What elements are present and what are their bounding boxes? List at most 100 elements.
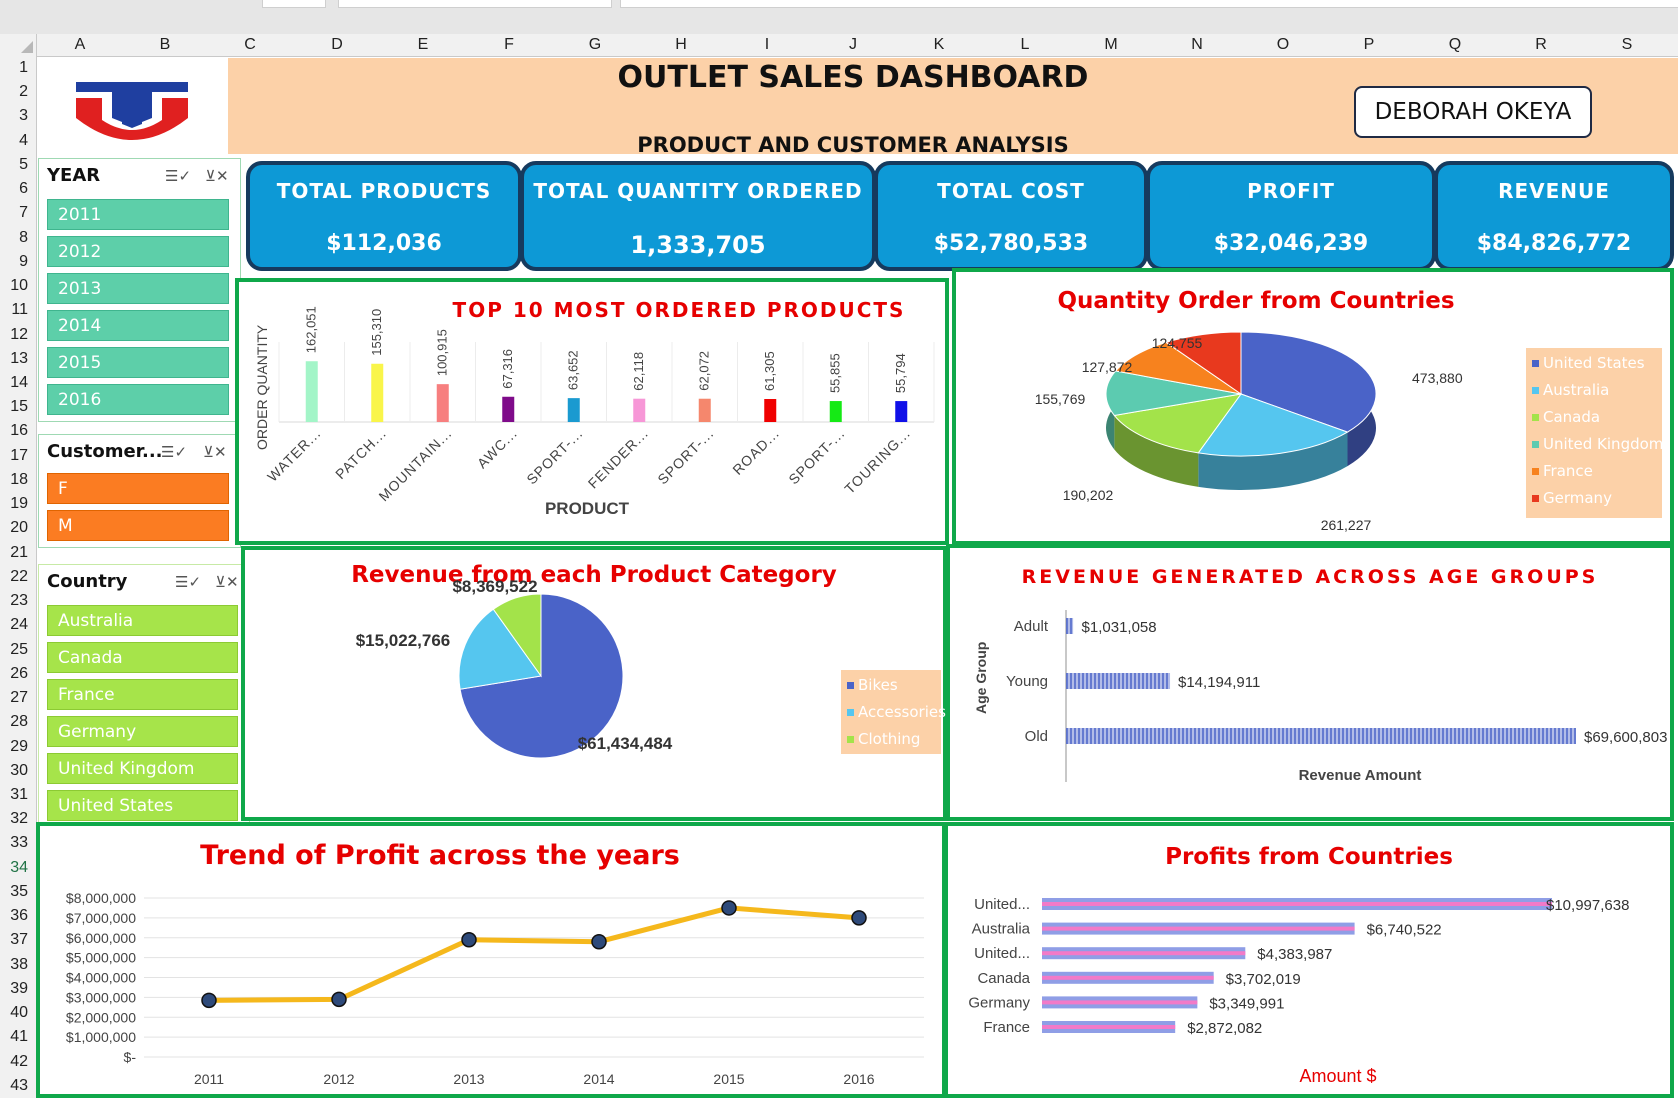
row-header[interactable]: 23 — [0, 592, 28, 610]
row-header[interactable]: 13 — [0, 350, 28, 368]
column-header[interactable]: F — [504, 36, 514, 54]
data-point[interactable] — [851, 910, 867, 926]
profit-trend-chart[interactable]: Trend of Profit across the years $8,000,… — [36, 822, 946, 1098]
top-products-chart[interactable]: TOP 10 MOST ORDERED PRODUCTS 162,051 WATE… — [235, 278, 949, 545]
row-header[interactable]: 7 — [0, 204, 28, 222]
row-header[interactable]: 40 — [0, 1004, 28, 1022]
row-header[interactable]: 32 — [0, 810, 28, 828]
slicer-item-germany[interactable]: Germany — [47, 716, 238, 747]
row-header[interactable]: 31 — [0, 786, 28, 804]
slicer-item-f[interactable]: F — [47, 473, 229, 504]
profit-line[interactable] — [208, 905, 860, 1003]
column-header[interactable]: C — [244, 36, 256, 54]
row-header[interactable]: 1 — [0, 59, 28, 77]
bar[interactable] — [1066, 673, 1171, 689]
column-header[interactable]: L — [1021, 36, 1030, 54]
row-header[interactable]: 15 — [0, 398, 28, 416]
row-header[interactable]: 39 — [0, 980, 28, 998]
data-point[interactable] — [591, 933, 607, 950]
column-header[interactable]: B — [160, 36, 171, 54]
select-all-corner[interactable] — [0, 34, 37, 56]
row-header[interactable]: 2 — [0, 83, 28, 101]
column-header[interactable]: D — [331, 36, 343, 54]
row-header[interactable]: 17 — [0, 447, 28, 465]
column-header[interactable]: S — [1622, 36, 1633, 54]
row-header[interactable]: 41 — [0, 1028, 28, 1046]
row-header[interactable]: 10 — [0, 277, 28, 295]
column-header[interactable]: E — [418, 36, 429, 54]
slicer-item-2015[interactable]: 2015 — [47, 347, 229, 378]
row-header[interactable]: 18 — [0, 471, 28, 489]
toolbar-box[interactable] — [338, 0, 612, 8]
clear-filter-icon[interactable]: ⊻✕ — [215, 573, 239, 591]
row-header[interactable]: 11 — [0, 301, 28, 319]
row-header[interactable]: 24 — [0, 616, 28, 634]
slicer-item-2012[interactable]: 2012 — [47, 236, 229, 267]
row-header[interactable]: 43 — [0, 1077, 28, 1095]
column-header[interactable]: J — [849, 36, 857, 54]
slicer-item-2013[interactable]: 2013 — [47, 273, 229, 304]
row-header[interactable]: 25 — [0, 641, 28, 659]
column-header[interactable]: K — [934, 36, 945, 54]
column-header[interactable]: Q — [1449, 36, 1461, 54]
multi-select-icon[interactable]: ☰✓ — [161, 443, 187, 461]
data-point[interactable] — [331, 991, 347, 1008]
multi-select-icon[interactable]: ☰✓ — [165, 167, 191, 185]
formula-input[interactable] — [620, 0, 1678, 8]
row-header[interactable]: 30 — [0, 762, 28, 780]
bar[interactable] — [436, 384, 449, 422]
bar[interactable] — [698, 398, 711, 422]
row-header[interactable]: 27 — [0, 689, 28, 707]
bar[interactable] — [502, 396, 515, 422]
revenue-category-chart[interactable]: Revenue from each Product Category $61,4… — [241, 546, 947, 821]
row-header[interactable]: 38 — [0, 956, 28, 974]
slicer-item-2014[interactable]: 2014 — [47, 310, 229, 341]
row-header[interactable]: 6 — [0, 180, 28, 198]
slicer-item-australia[interactable]: Australia — [47, 605, 238, 636]
slicer-item-united-states[interactable]: United States — [47, 790, 238, 821]
row-header[interactable]: 20 — [0, 519, 28, 537]
row-headers[interactable]: 1 2 3 4 5 6 7 8 9 10 11 12 13 14 15 16 17 18 19 20 21 22 23 24 2… — [0, 56, 37, 1098]
column-header[interactable]: R — [1535, 36, 1547, 54]
row-header[interactable]: 14 — [0, 374, 28, 392]
row-header[interactable]: 9 — [0, 253, 28, 271]
slicer-item-2011[interactable]: 2011 — [47, 199, 229, 230]
column-header[interactable]: N — [1191, 36, 1203, 54]
column-header[interactable]: P — [1364, 36, 1375, 54]
column-header[interactable]: M — [1104, 36, 1117, 54]
slicer-item-united-kingdom[interactable]: United Kingdom — [47, 753, 238, 784]
row-header[interactable]: 28 — [0, 713, 28, 731]
profits-countries-chart[interactable]: Profits from Countries United... $10,997,… — [944, 822, 1674, 1098]
data-point[interactable] — [461, 931, 477, 948]
column-header[interactable]: G — [589, 36, 601, 54]
data-point[interactable] — [721, 900, 737, 916]
row-header[interactable]: 21 — [0, 544, 28, 562]
bar[interactable] — [764, 399, 777, 422]
name-box[interactable] — [262, 0, 326, 8]
clear-filter-icon[interactable]: ⊻✕ — [203, 443, 227, 461]
bar[interactable] — [895, 401, 908, 422]
bar[interactable] — [567, 398, 580, 422]
row-header[interactable]: 4 — [0, 132, 28, 150]
row-header[interactable]: 12 — [0, 326, 28, 344]
clear-filter-icon[interactable]: ⊻✕ — [205, 167, 229, 185]
bar[interactable] — [829, 401, 842, 422]
slicer-item-2016[interactable]: 2016 — [47, 384, 229, 415]
age-groups-chart[interactable]: REVENUE GENERATED ACROSS AGE GROUPS Adul… — [946, 544, 1674, 821]
column-header[interactable]: A — [75, 36, 86, 54]
row-header[interactable]: 35 — [0, 883, 28, 901]
column-headers[interactable]: A B C D E F G H I J K L M N O P Q R S — [0, 34, 1678, 57]
slicer-item-canada[interactable]: Canada — [47, 642, 238, 673]
column-header[interactable]: O — [1277, 36, 1289, 54]
row-header[interactable]: 3 — [0, 107, 28, 125]
row-header[interactable]: 8 — [0, 229, 28, 247]
row-header[interactable]: 36 — [0, 907, 28, 925]
row-header[interactable]: 37 — [0, 931, 28, 949]
row-header[interactable]: 22 — [0, 568, 28, 586]
row-header[interactable]: 29 — [0, 738, 28, 756]
slicer-item-france[interactable]: France — [47, 679, 238, 710]
row-header[interactable]: 19 — [0, 495, 28, 513]
row-header[interactable]: 5 — [0, 156, 28, 174]
multi-select-icon[interactable]: ☰✓ — [175, 573, 201, 591]
bar[interactable] — [633, 398, 646, 422]
